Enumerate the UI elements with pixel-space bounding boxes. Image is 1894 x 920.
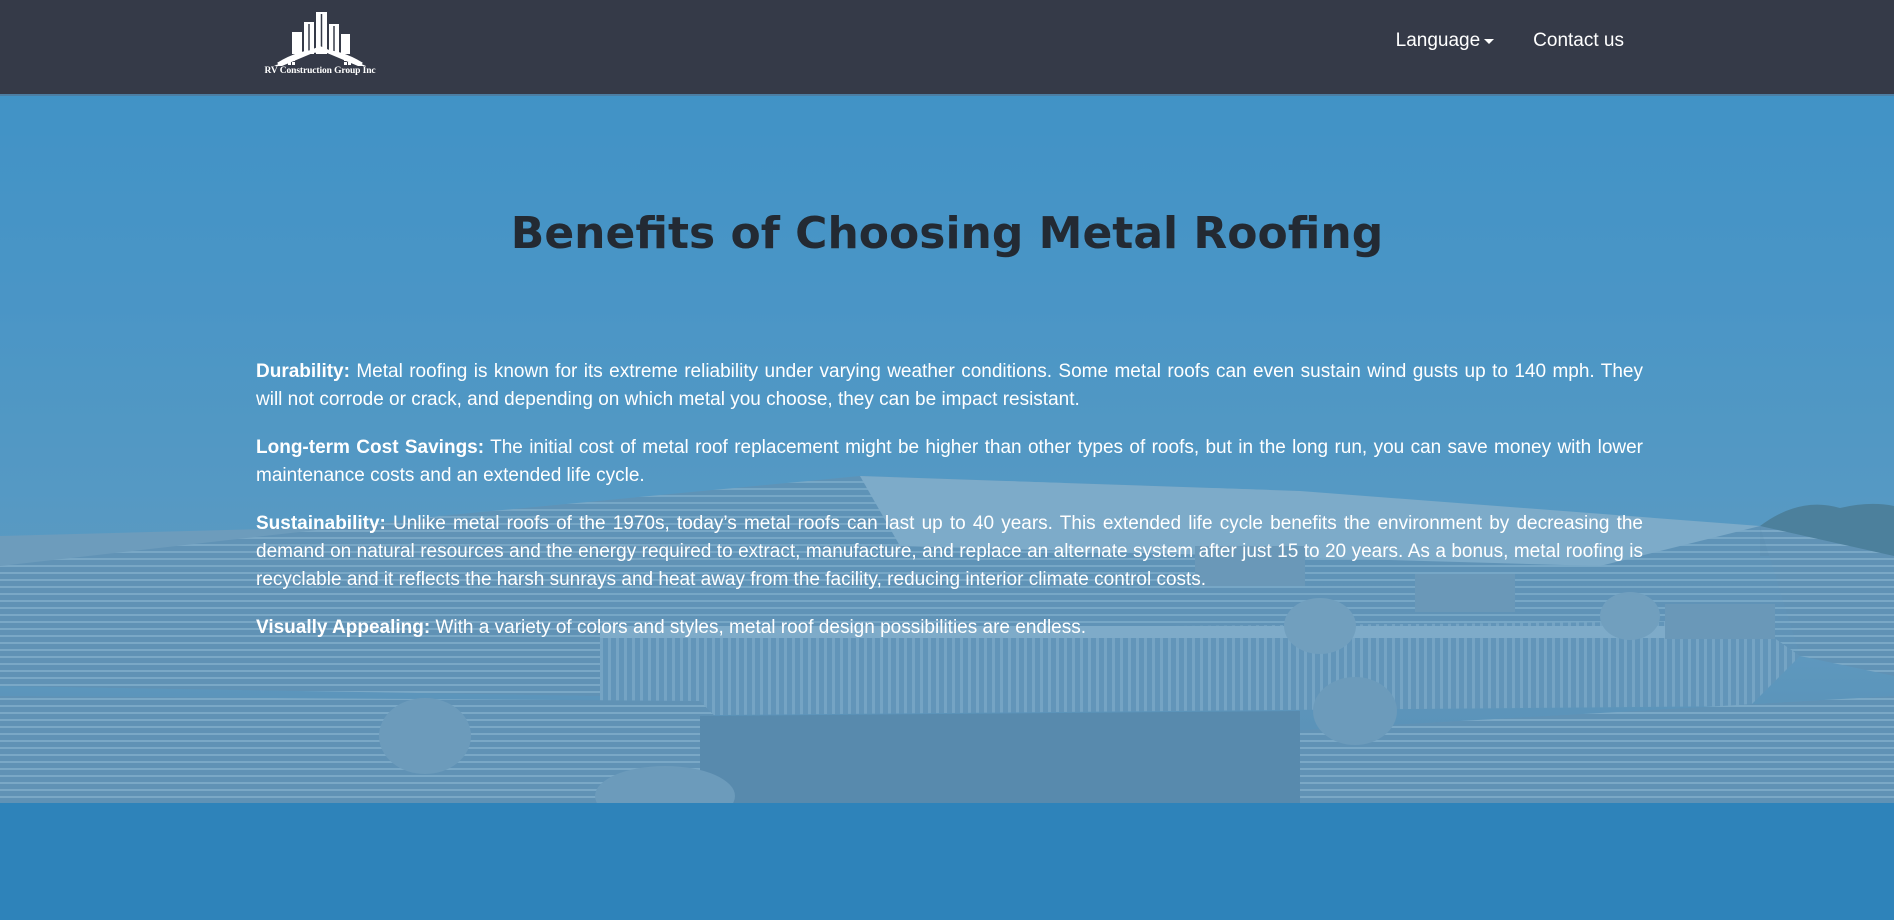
benefit-label: Sustainability: (256, 513, 386, 534)
company-logo[interactable]: RV Construction Group Inc (256, 10, 384, 80)
benefit-item-visually-appealing: Visually Appealing: With a variety of co… (256, 614, 1643, 642)
building-house-logo-icon (274, 12, 366, 66)
benefit-label: Visually Appealing: (256, 617, 431, 638)
language-label: Language (1395, 30, 1481, 51)
benefit-item-cost-savings: Long-term Cost Savings: The initial cost… (256, 434, 1643, 490)
benefit-label: Long-term Cost Savings: (256, 437, 485, 458)
hero-section: Benefits of Choosing Metal Roofing Durab… (0, 96, 1894, 803)
benefit-text: Metal roofing is known for its extreme r… (256, 361, 1643, 410)
page-footer-area (0, 803, 1894, 920)
page-title: Benefits of Choosing Metal Roofing (510, 208, 1384, 259)
navbar: RV Construction Group Inc Language Conta… (0, 0, 1894, 96)
nav-links: Language Contact us (1396, 30, 1624, 52)
contact-us-link[interactable]: Contact us (1533, 30, 1624, 52)
benefits-list: Durability: Metal roofing is known for i… (256, 358, 1643, 662)
benefit-item-durability: Durability: Metal roofing is known for i… (256, 358, 1643, 414)
caret-down-icon (1484, 38, 1495, 44)
language-dropdown[interactable]: Language (1396, 30, 1495, 52)
benefit-item-sustainability: Sustainability: Unlike metal roofs of th… (256, 510, 1643, 594)
benefit-label: Durability: (256, 361, 350, 382)
benefit-text: Unlike metal roofs of the 1970s, today’s… (256, 513, 1643, 590)
contact-us-label: Contact us (1533, 30, 1624, 51)
benefit-text: With a variety of colors and styles, met… (430, 617, 1087, 638)
logo-text: RV Construction Group Inc (264, 66, 376, 76)
